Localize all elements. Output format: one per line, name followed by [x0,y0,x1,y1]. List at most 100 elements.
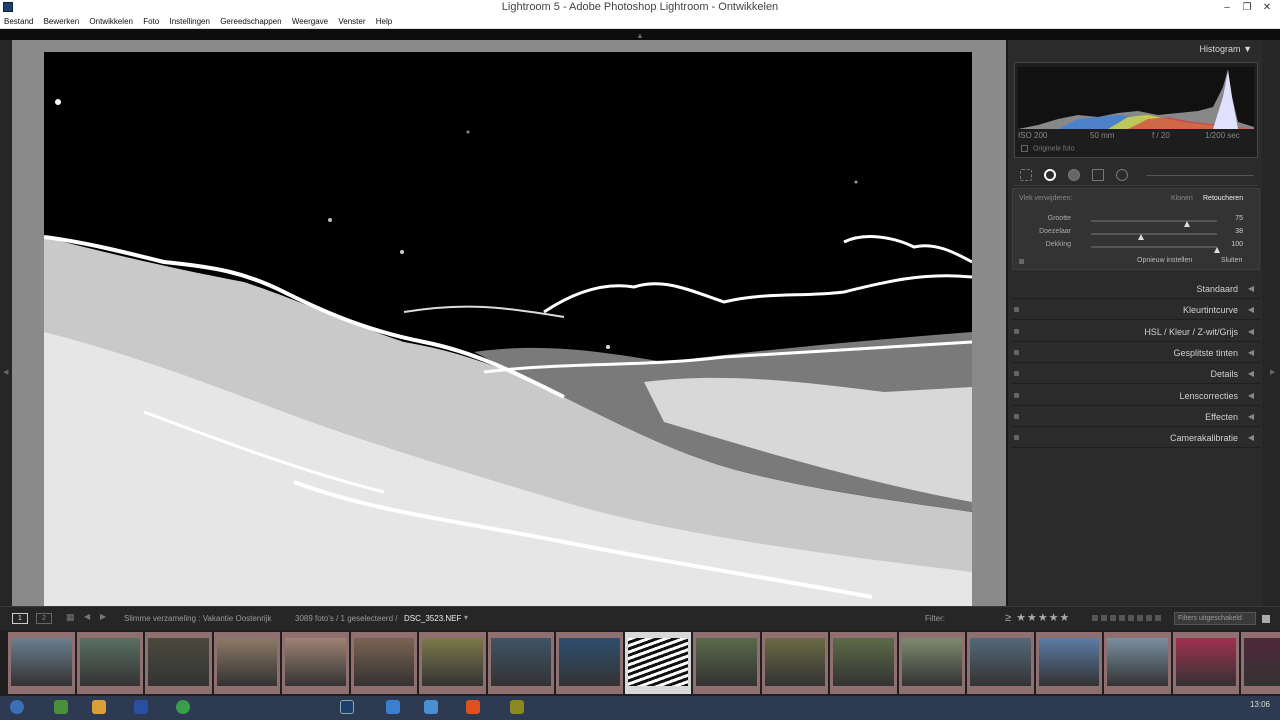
heal-mode-button[interactable]: Retoucheren [1203,195,1243,202]
star-rating-filter-icon[interactable]: ≥ ★★★★★ [1005,611,1070,624]
feather-value[interactable]: 38 [1235,228,1243,235]
menu-instellingen[interactable]: Instellingen [169,17,209,26]
menu-ontwikkelen[interactable]: Ontwikkelen [89,17,133,26]
size-value[interactable]: 75 [1235,215,1243,222]
section-4[interactable]: Details ◀ [1012,365,1260,385]
filename-dropdown-icon[interactable]: ▾ [464,613,468,622]
filmstrip-thumbnail[interactable] [145,632,212,694]
filmstrip-thumbnail[interactable] [487,632,554,694]
close-button[interactable]: ✕ [1258,0,1276,15]
source-label[interactable]: Slimme verzameling : Vakantie Oostenrijk [124,614,271,623]
app-icon-d[interactable] [510,700,524,714]
section-2[interactable]: HSL / Kleur / Z-wit/Grijs ◀ [1012,323,1260,342]
screen-1-button[interactable]: 1 [12,613,28,624]
collapse-grip-icon[interactable]: ▲ [636,31,644,40]
filmstrip-thumbnail[interactable] [282,632,349,694]
forward-arrow-icon[interactable]: ▶ [100,612,106,621]
filmstrip-thumbnail[interactable] [556,632,623,694]
menu-bewerken[interactable]: Bewerken [44,17,80,26]
section-switch-icon[interactable] [1014,392,1019,398]
histogram-graph[interactable] [1018,67,1254,129]
minimize-button[interactable]: – [1218,0,1236,15]
checkbox-icon[interactable] [1021,145,1028,152]
current-filename[interactable]: DSC_3523.NEF [404,614,461,623]
start-button-icon[interactable] [10,700,24,714]
clone-mode-button[interactable]: Klonen [1171,195,1193,202]
section-1[interactable]: Kleurtintcurve ◀ [1012,301,1260,321]
menu-venster[interactable]: Venster [338,17,365,26]
filmstrip-thumbnail[interactable] [624,632,691,694]
filmstrip-thumbnail[interactable] [350,632,417,694]
section-switch-icon[interactable] [1014,349,1019,355]
lightroom-taskbar-icon[interactable] [340,700,354,714]
filmstrip-thumbnail[interactable] [693,632,760,694]
filter-lock-icon[interactable] [1262,615,1270,623]
original-photo-checkbox[interactable]: Originele foto [1021,145,1075,152]
menu-gereedschappen[interactable]: Gereedschappen [220,17,281,26]
chrome-icon[interactable] [176,700,190,714]
filmstrip-thumbnail[interactable] [1172,632,1239,694]
menu-bestand[interactable]: Bestand [4,17,33,26]
filmstrip-thumbnail[interactable] [830,632,897,694]
filmstrip-thumbnail[interactable] [213,632,280,694]
filmstrip-thumbnail[interactable] [898,632,965,694]
section-expand-icon[interactable]: ◀ [1248,305,1254,314]
word-icon[interactable] [134,700,148,714]
left-panel-toggle[interactable]: ◀ [0,40,12,606]
maximize-button[interactable]: ❐ [1238,0,1256,15]
filmstrip-thumbnail[interactable] [1104,632,1171,694]
section-expand-icon[interactable]: ◀ [1248,327,1254,336]
opacity-slider[interactable] [1091,246,1220,253]
opacity-value[interactable]: 100 [1231,241,1243,248]
section-expand-icon[interactable]: ◀ [1248,348,1254,357]
section-switch-icon[interactable] [1014,435,1019,441]
menu-foto[interactable]: Foto [143,17,159,26]
filmstrip-thumbnail[interactable] [419,632,486,694]
feather-slider[interactable] [1091,233,1217,240]
brush-slider-track[interactable] [1146,175,1254,176]
section-expand-icon[interactable]: ◀ [1248,284,1254,293]
filmstrip-thumbnail[interactable] [76,632,143,694]
section-expand-icon[interactable]: ◀ [1248,391,1254,400]
section-0[interactable]: Standaard ◀ [1012,280,1260,299]
red-eye-tool-icon[interactable] [1068,169,1080,181]
top-panel-toggle[interactable]: ▲ [0,29,1280,40]
section-expand-icon[interactable]: ◀ [1248,433,1254,442]
filmstrip-thumbnail[interactable] [761,632,828,694]
filmstrip-thumbnail[interactable] [1035,632,1102,694]
app-icon-a[interactable] [386,700,400,714]
radial-filter-icon[interactable] [1116,169,1128,181]
back-arrow-icon[interactable]: ◀ [84,612,90,621]
graduated-filter-icon[interactable] [1092,169,1104,181]
menu-weergave[interactable]: Weergave [292,17,328,26]
filmstrip-thumbnail[interactable] [8,632,75,694]
screen-2-button[interactable]: 2 [36,613,52,624]
section-7[interactable]: Camerakalibratie ◀ [1012,429,1260,449]
explorer-icon[interactable] [92,700,106,714]
color-label-filter[interactable] [1092,615,1162,621]
app-icon-c[interactable] [466,700,480,714]
histogram-title[interactable]: Histogram ▼ [1200,44,1252,54]
section-switch-icon[interactable] [1014,371,1019,377]
app-icon-b[interactable] [424,700,438,714]
menu-help[interactable]: Help [376,17,392,26]
close-tool-button[interactable]: Sluiten [1221,257,1242,264]
right-panel-toggle[interactable]: ▶ [1262,40,1280,606]
feather-slider-knob[interactable] [1138,234,1145,240]
section-6[interactable]: Effecten ◀ [1012,408,1260,427]
collapse-right-icon[interactable]: ▶ [1270,368,1275,376]
filmstrip-thumbnail[interactable] [967,632,1034,694]
reset-button[interactable]: Opnieuw instellen [1137,257,1192,264]
section-expand-icon[interactable]: ◀ [1248,412,1254,421]
filters-dropdown[interactable]: Filters uitgeschakeld [1174,612,1256,625]
size-slider[interactable] [1091,220,1217,227]
section-5[interactable]: Lenscorrecties ◀ [1012,387,1260,406]
filmstrip-thumbnail[interactable] [1241,632,1280,694]
spot-removal-tool-icon[interactable] [1044,169,1056,181]
spot-switch-icon[interactable] [1019,259,1024,264]
opacity-slider-knob[interactable] [1214,247,1220,253]
browser-icon[interactable] [54,700,68,714]
section-3[interactable]: Gesplitste tinten ◀ [1012,344,1260,363]
section-switch-icon[interactable] [1014,413,1019,419]
grid-view-icon[interactable]: ▦ [66,612,75,623]
